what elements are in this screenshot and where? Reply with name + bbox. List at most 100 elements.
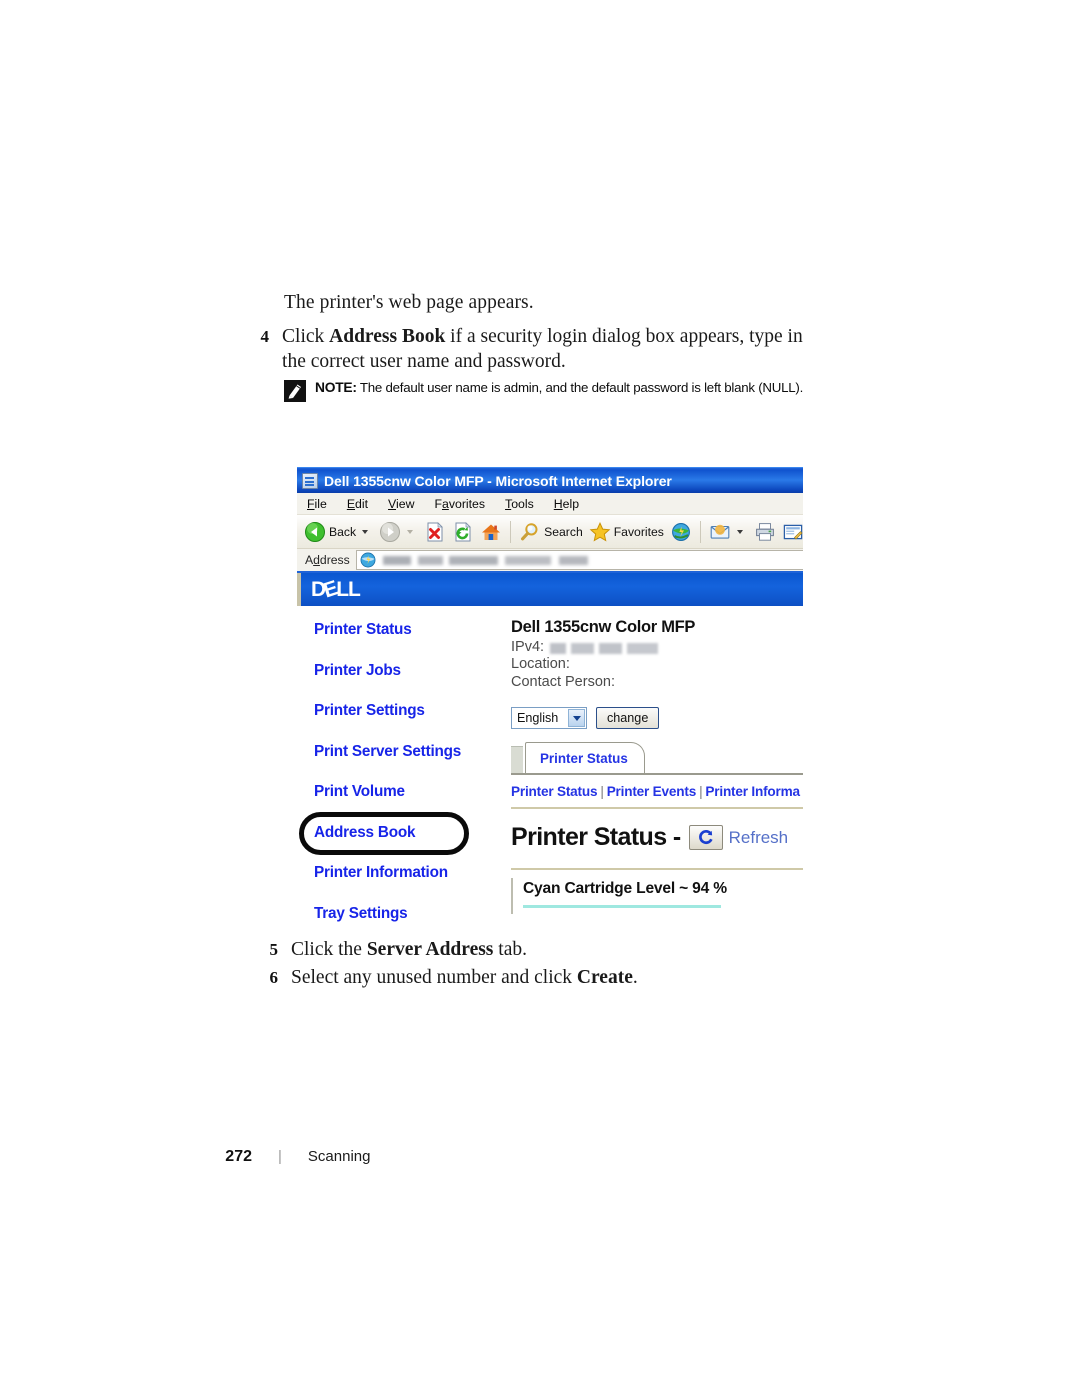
refresh-label[interactable]: Refresh xyxy=(729,828,789,848)
forward-arrow-icon xyxy=(379,521,401,543)
language-selected-value: English xyxy=(517,711,559,726)
sublink-printer-events[interactable]: Printer Events xyxy=(607,784,697,799)
note-label: NOTE: xyxy=(315,380,357,395)
media-button[interactable] xyxy=(667,518,695,546)
home-button[interactable] xyxy=(477,518,505,546)
change-language-button[interactable]: change xyxy=(596,707,660,730)
address-bar: Address xyxy=(297,549,803,573)
dell-logo: D E LL xyxy=(311,576,361,602)
browser-menubar: File Edit View Favorites Tools Help xyxy=(297,493,803,515)
refresh-button-web[interactable] xyxy=(688,825,723,851)
footer-section-name: Scanning xyxy=(307,1148,371,1165)
browser-screenshot-figure: Dell 1355cnw Color MFP - Microsoft Inter… xyxy=(297,467,803,927)
step-item-5: 5 Click the Server Address tab. xyxy=(252,938,772,963)
address-label: Address xyxy=(305,553,350,567)
printer-location-row: Location: xyxy=(511,656,803,673)
address-value-redacted xyxy=(382,555,791,565)
printer-nav: Printer Status Printer Jobs Printer Sett… xyxy=(297,616,511,927)
sublink-separator-1: | xyxy=(600,784,604,800)
media-globe-icon xyxy=(670,521,692,543)
contact-label: Contact Person: xyxy=(511,673,615,690)
language-select[interactable]: English xyxy=(511,707,587,730)
print-icon xyxy=(754,521,776,543)
back-button[interactable]: Back xyxy=(301,518,376,546)
cyan-cartridge-level-bar xyxy=(523,905,721,909)
manual-page: The printer's web page appears. 4 Click … xyxy=(0,0,1080,1397)
tab-strip: Printer Status xyxy=(511,742,803,776)
stop-button[interactable] xyxy=(421,518,449,546)
print-button[interactable] xyxy=(751,518,779,546)
favorites-button[interactable]: Favorites xyxy=(586,518,667,546)
home-icon xyxy=(480,521,502,543)
cyan-cartridge-panel: Cyan Cartridge Level ~ 94 % xyxy=(511,868,803,915)
printer-model-title: Dell 1355cnw Color MFP xyxy=(511,618,696,636)
search-button[interactable]: Search xyxy=(516,518,586,546)
menu-item-tools[interactable]: Tools xyxy=(505,497,534,511)
page-footer: 272 | Scanning xyxy=(0,1148,1080,1166)
browser-toolbar: Back Search Favorites xyxy=(297,515,803,549)
menu-item-help[interactable]: Help xyxy=(554,497,579,511)
refresh-button[interactable] xyxy=(449,518,477,546)
sidebar-item-printer-jobs[interactable]: Printer Jobs xyxy=(314,662,511,680)
sidebar-item-printer-information[interactable]: Printer Information xyxy=(314,864,511,882)
cyan-cartridge-label: Cyan Cartridge Level ~ 94 % xyxy=(523,880,727,898)
page-number: 272 xyxy=(225,1148,252,1165)
tab-strip-left-cap xyxy=(511,746,523,774)
sublink-separator-2: | xyxy=(699,784,703,800)
printer-ipv4-row: IPv4: xyxy=(511,639,803,656)
mail-dropdown-chevron-icon[interactable] xyxy=(736,529,743,534)
sublink-printer-information[interactable]: Printer Informa xyxy=(705,784,800,799)
mail-icon xyxy=(709,521,731,543)
toolbar-separator-2 xyxy=(699,520,701,543)
step-number: 6 xyxy=(269,968,279,987)
sidebar-item-address-book[interactable]: Address Book xyxy=(314,824,511,842)
sidebar-item-tray-settings[interactable]: Tray Settings xyxy=(314,905,511,923)
sidebar-item-print-server-settings[interactable]: Print Server Settings xyxy=(314,743,511,761)
back-label: Back xyxy=(329,524,357,539)
sidebar-item-printer-settings[interactable]: Printer Settings xyxy=(314,702,511,720)
refresh-circle-icon xyxy=(698,830,713,845)
menu-item-file[interactable]: File xyxy=(307,497,327,511)
ie-page-icon-small xyxy=(359,551,377,569)
edit-button[interactable] xyxy=(779,518,803,546)
edit-icon xyxy=(782,521,803,543)
address-book-highlight-wrap: Address Book xyxy=(299,811,511,855)
browser-titlebar: Dell 1355cnw Color MFP - Microsoft Inter… xyxy=(297,467,803,493)
note-text: NOTE: The default user name is admin, an… xyxy=(315,378,814,402)
back-arrow-icon xyxy=(304,521,326,543)
printer-contact-row: Contact Person: xyxy=(511,674,803,691)
favorites-label: Favorites xyxy=(613,524,664,539)
ipv4-value-redacted xyxy=(550,643,659,654)
footer-separator: | xyxy=(278,1148,282,1165)
search-icon xyxy=(519,521,541,543)
tab-printer-status[interactable]: Printer Status xyxy=(525,742,645,774)
step-item-4: 4 Click Address Book if a security login… xyxy=(252,325,812,375)
note-block: NOTE: The default user name is admin, an… xyxy=(284,378,814,402)
search-label: Search xyxy=(544,524,583,539)
sublink-printer-status[interactable]: Printer Status xyxy=(511,784,598,799)
chevron-down-icon[interactable] xyxy=(568,709,585,728)
step-number: 5 xyxy=(269,940,279,959)
printer-status-heading-row: Printer Status - Refresh xyxy=(511,823,803,852)
sidebar-item-printer-status[interactable]: Printer Status xyxy=(314,621,511,639)
printer-web-ui: Printer Status Printer Jobs Printer Sett… xyxy=(297,606,803,927)
language-row: English change xyxy=(511,707,803,730)
window-title: Dell 1355cnw Color MFP - Microsoft Inter… xyxy=(324,472,672,489)
page-title: Printer Status - xyxy=(511,823,681,852)
dell-brand-bar: D E LL xyxy=(297,573,803,606)
toolbar-separator xyxy=(510,520,512,543)
back-dropdown-chevron-icon[interactable] xyxy=(362,529,369,534)
divider-olive xyxy=(511,807,803,810)
ipv4-label: IPv4: xyxy=(511,639,545,655)
menu-item-favorites[interactable]: Favorites xyxy=(434,497,485,511)
printer-content-panel: Dell 1355cnw Color MFP IPv4: Location: C… xyxy=(511,616,803,927)
address-input[interactable] xyxy=(355,550,803,570)
sidebar-item-print-volume[interactable]: Print Volume xyxy=(314,783,511,801)
ie-page-icon xyxy=(302,472,318,489)
stop-icon xyxy=(424,521,446,543)
forward-button[interactable] xyxy=(376,518,421,546)
tab-strip-baseline xyxy=(511,773,803,776)
menu-item-edit[interactable]: Edit xyxy=(347,497,368,511)
menu-item-view[interactable]: View xyxy=(388,497,414,511)
mail-button[interactable] xyxy=(706,518,751,546)
